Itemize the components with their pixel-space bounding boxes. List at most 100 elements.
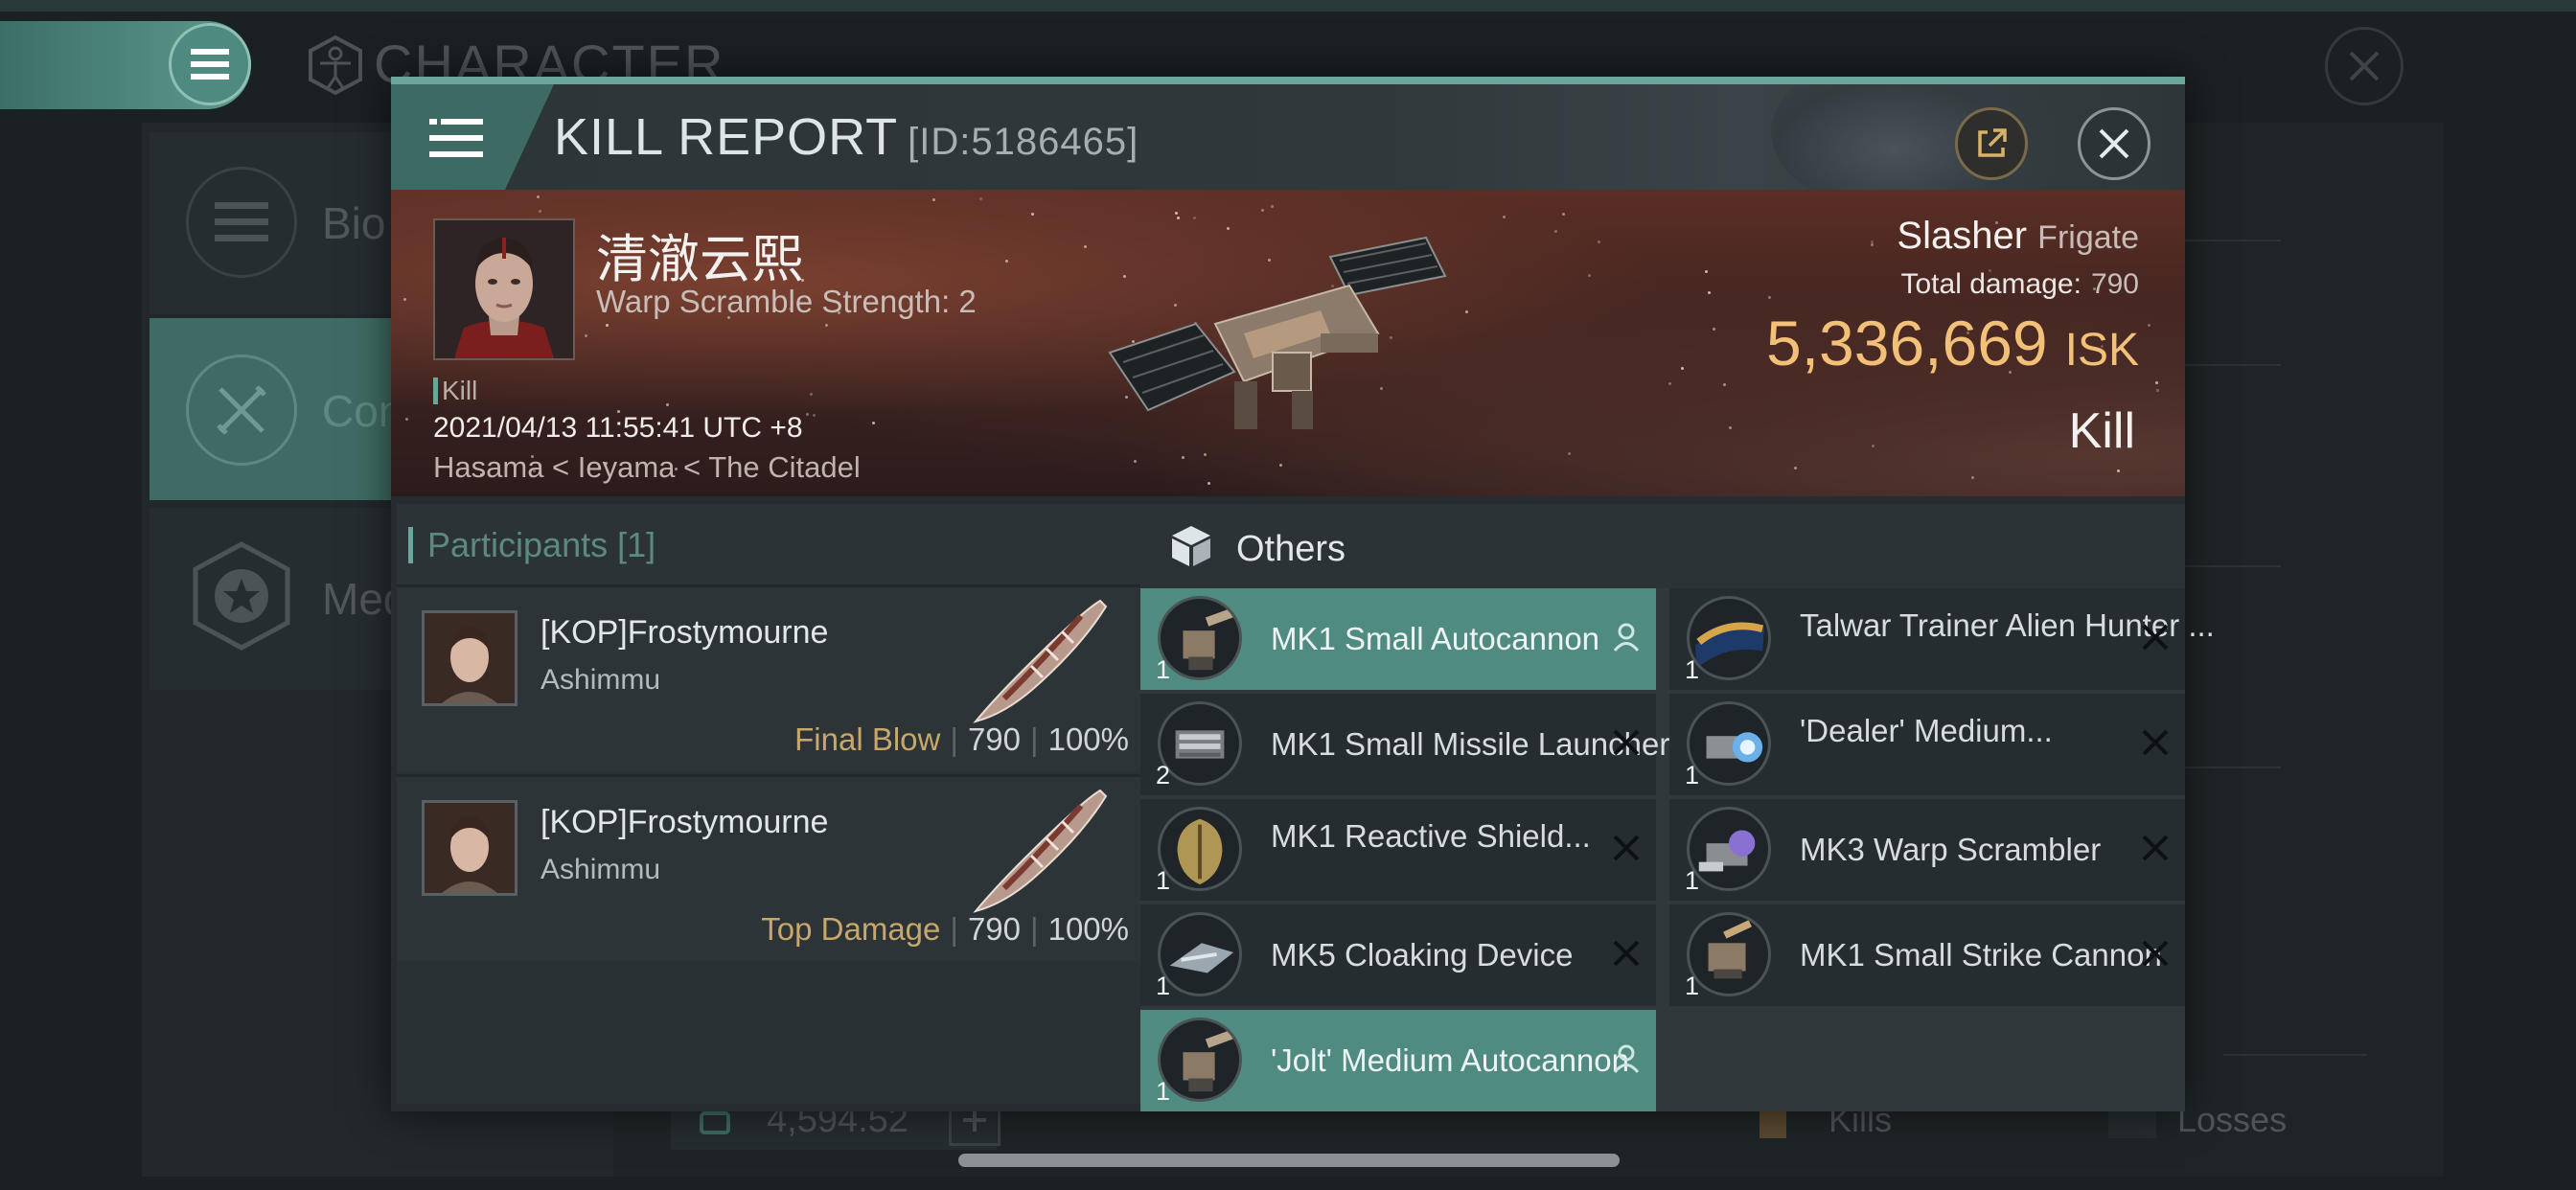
participant-role: Top Damage [761,911,941,947]
ship-name: Slasher [1897,215,2028,257]
item-row[interactable]: 1 MK5 Cloaking Device [1140,904,1656,1006]
item-row[interactable]: 1 'Jolt' Medium Autocannon [1140,1010,1656,1111]
kill-result: Kill [2068,403,2135,459]
participants-panel: Participants [1] [KOP]Frostymourne Ashim… [397,504,1142,1104]
fitted-person-icon [1613,1044,1640,1073]
background-close-button[interactable] [2325,27,2404,105]
strike-cannon-icon [1687,912,1771,996]
autocannon-icon [1158,596,1242,680]
autocannon-icon [1158,1018,1242,1102]
item-row[interactable]: 1 MK1 Small Autocannon [1140,588,1656,690]
destroyed-x-icon [2142,729,2169,756]
item-quantity: 1 [1685,972,1700,1000]
item-name: 'Dealer' Medium... [1800,713,2053,748]
cube-icon [1172,526,1210,566]
item-row[interactable]: 1 'Dealer' Medium... [1669,694,2185,795]
destroyed-x-icon [2142,835,2169,861]
crossed-swords-icon [186,355,297,466]
kill-tag: Kill [433,376,477,406]
participants-header: Participants [1] [397,504,1142,584]
participant-percent: 100% [1047,911,1129,947]
destroyed-x-icon [2142,940,2169,967]
item-name: MK1 Small Strike Cannon [1800,937,2162,973]
isk-unit: ISK [2064,325,2139,376]
kill-tag-bar [433,378,438,404]
destroyed-x-icon [1613,835,1640,861]
victim-name[interactable]: 清澈云熙 [596,217,803,292]
item-name: MK1 Small Autocannon [1271,621,1600,656]
item-name: 'Jolt' Medium Autocannon [1271,1042,1629,1078]
participants-accent [408,527,413,563]
victim-ship-image[interactable] [1100,218,1464,458]
participant-ship-image [973,599,1108,723]
destroyed-x-icon [2142,624,2169,651]
item-name: MK5 Cloaking Device [1271,937,1574,973]
item-quantity: 1 [1156,972,1171,1000]
item-row[interactable]: 1 MK1 Reactive Shield... [1140,799,1656,901]
missile-launcher-icon [1158,701,1242,786]
isk-loss-value: 5,336,669 [1766,308,2048,378]
close-icon [2349,51,2380,81]
participant-ship: Ashimmu [540,664,661,696]
victim-portrait[interactable] [433,218,575,360]
item-name: MK3 Warp Scrambler [1800,832,2102,867]
total-damage-value: 790 [2090,268,2139,300]
menu-list-icon [429,119,483,157]
item-name: MK1 Reactive Shield... [1271,818,1591,854]
item-quantity: 1 [1685,761,1700,790]
item-row[interactable]: 1 MK3 Warp Scrambler [1669,799,2185,901]
destroyed-x-icon [1613,940,1640,967]
home-indicator[interactable] [958,1154,1620,1167]
others-title: Others [1236,529,1346,569]
participant-role: Final Blow [794,721,941,757]
participant-portrait [422,800,518,896]
warp-scrambler-icon [1687,807,1771,891]
character-body-icon [309,34,362,96]
participant-stats: Final Blow | 790 | 100% [794,721,1129,757]
item-quantity: 1 [1685,866,1700,895]
star-medal-icon [186,540,297,652]
participant-row[interactable]: [KOP]Frostymourne Ashimmu Final Blow | 790… [397,584,1142,771]
participant-ship: Ashimmu [540,854,661,885]
victim-ship[interactable]: Slasher Frigate [1897,215,2139,258]
item-row[interactable]: 2 MK1 Small Missile Launcher [1140,694,1669,795]
modal-title-text: KILL REPORT [554,108,899,166]
main-menu-button[interactable] [169,23,251,105]
item-quantity: 1 [1685,655,1700,684]
participant-name: [KOP]Frostymourne [540,804,829,840]
ship-skin-icon [1687,596,1771,680]
kill-banner: 清澈云熙 Warp Scramble Strength: 2 Kill 2021… [391,190,2185,496]
header-planet-art [1771,84,2078,190]
total-damage-label: Total damage: [1900,268,2082,300]
modal-header: KILL REPORT [ID:5186465] [391,84,2185,190]
participants-title: Participants [1] [427,525,656,565]
others-panel: Others 1 MK1 Small Autocannon 1 Talwar Trai… [1140,504,2215,1111]
participants-count: [1] [617,525,656,564]
participant-damage: 790 [967,721,1022,757]
fitted-person-icon [1613,623,1640,652]
losses-label: Losses [2177,1100,2288,1139]
close-button[interactable] [2078,107,2150,180]
item-row[interactable]: 1 MK1 Small Strike Cannon [1669,904,2185,1006]
ship-class: Frigate [2037,219,2139,256]
participant-portrait [422,610,518,706]
modal-top-accent [391,77,2185,84]
share-button[interactable] [1955,107,2028,180]
item-quantity: 2 [1156,761,1171,790]
kill-location[interactable]: Hasama < Ieyama < The Citadel [433,450,861,485]
victim-avatar [435,220,573,358]
close-icon [2099,128,2129,159]
top-status-bar [0,0,2576,11]
warp-scramble-strength: Warp Scramble Strength: 2 [596,284,977,319]
participant-stats: Top Damage | 790 | 100% [761,911,1129,947]
kill-id: [ID:5186465] [908,121,1139,163]
item-row[interactable]: 1 Talwar Trainer Alien Hunter ... [1669,588,2215,690]
isk-loss: 5,336,669 ISK [1766,307,2139,379]
sidebar-item-label: Bio [322,198,386,248]
total-damage: Total damage: 790 [1900,268,2139,301]
participant-row[interactable]: [KOP]Frostymourne Ashimmu Top Damage | 790… [397,774,1142,961]
participant-damage: 790 [967,911,1022,947]
energy-weapon-icon [1687,701,1771,786]
shield-icon [1158,807,1242,891]
cloaking-device-icon [1158,912,1242,996]
